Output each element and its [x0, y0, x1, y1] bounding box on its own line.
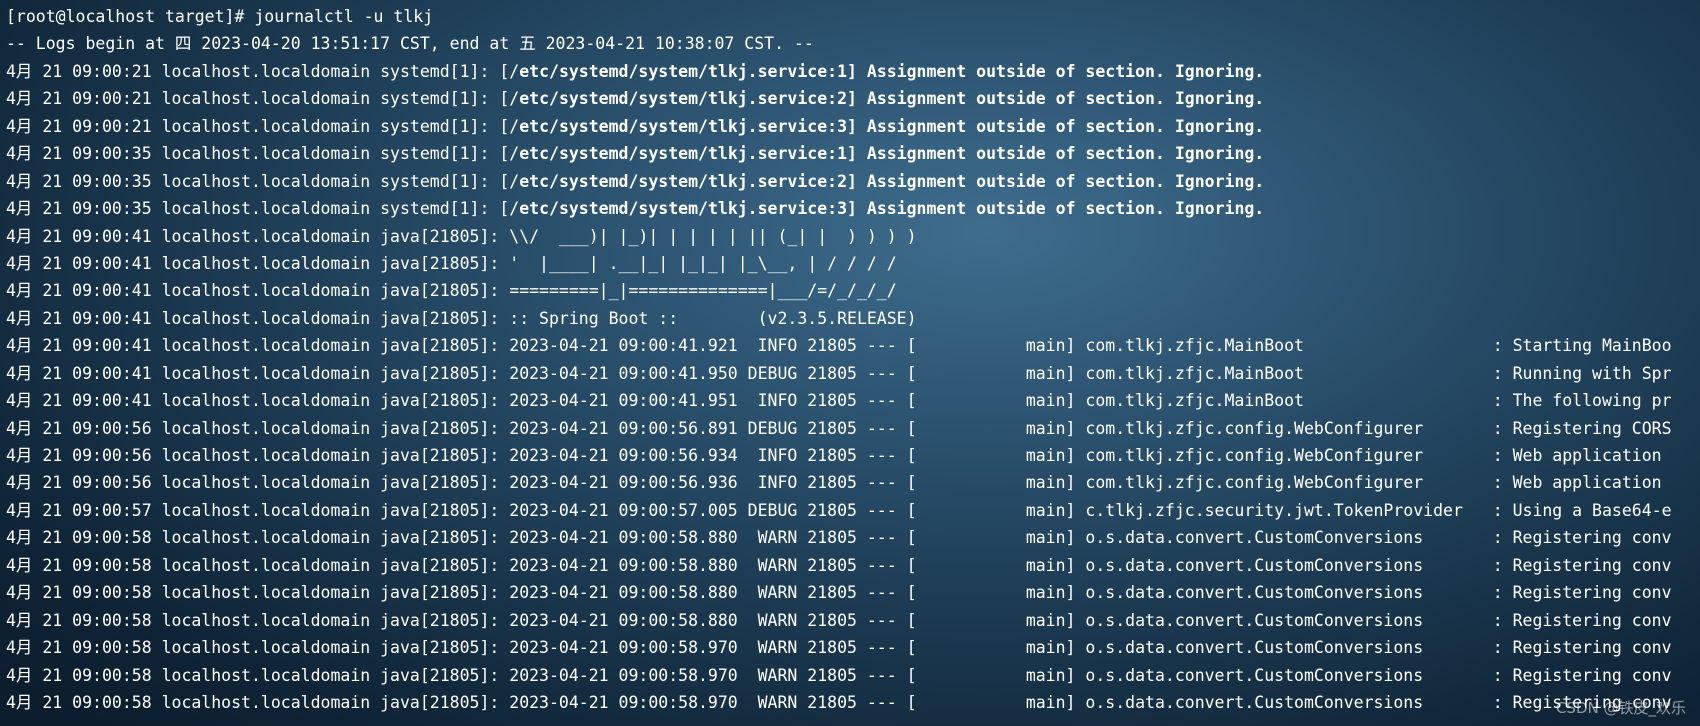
terminal-line: 4月 21 09:00:58 localhost.localdomain jav… [6, 555, 1672, 575]
terminal-line: 4月 21 09:00:57 localhost.localdomain jav… [6, 500, 1672, 520]
log-message: etc/systemd/system/tlkj.service:2] Assig… [519, 89, 1265, 109]
terminal-output[interactable]: [root@localhost target]# journalctl -u t… [6, 3, 1694, 723]
terminal-line: 4月 21 09:00:41 localhost.localdomain jav… [6, 281, 897, 301]
terminal-line: 4月 21 09:00:35 localhost.localdomain sys… [6, 140, 1694, 167]
log-message: etc/systemd/system/tlkj.service:1] Assig… [519, 61, 1265, 81]
log-prefix: 4月 21 09:00:35 localhost.localdomain sys… [6, 199, 520, 219]
log-message: etc/systemd/system/tlkj.service:3] Assig… [519, 116, 1265, 136]
terminal-line: -- Logs begin at 四 2023-04-20 13:51:17 C… [6, 34, 814, 54]
terminal-line: 4月 21 09:00:58 localhost.localdomain jav… [6, 692, 1672, 712]
log-message: etc/systemd/system/tlkj.service:2] Assig… [519, 171, 1265, 191]
log-prefix: 4月 21 09:00:21 localhost.localdomain sys… [6, 89, 520, 109]
log-prefix: 4月 21 09:00:21 localhost.localdomain sys… [6, 61, 520, 81]
log-message: etc/systemd/system/tlkj.service:1] Assig… [519, 144, 1265, 164]
terminal-line: 4月 21 09:00:58 localhost.localdomain jav… [6, 665, 1672, 685]
terminal-line: 4月 21 09:00:56 localhost.localdomain jav… [6, 473, 1672, 493]
terminal-line: 4月 21 09:00:21 localhost.localdomain sys… [6, 113, 1694, 140]
terminal-line: 4月 21 09:00:58 localhost.localdomain jav… [6, 638, 1672, 658]
terminal-line: [root@localhost target]# journalctl -u t… [6, 7, 434, 26]
watermark: CSDN @铁皮_欢乐 [1555, 699, 1686, 717]
log-prefix: 4月 21 09:00:35 localhost.localdomain sys… [6, 171, 520, 191]
terminal-line: 4月 21 09:00:41 localhost.localdomain jav… [6, 336, 1672, 356]
terminal-line: 4月 21 09:00:41 localhost.localdomain jav… [6, 391, 1672, 411]
terminal-line: 4月 21 09:00:58 localhost.localdomain jav… [6, 528, 1672, 548]
terminal-line: 4月 21 09:00:58 localhost.localdomain jav… [6, 610, 1672, 630]
terminal-line: 4月 21 09:00:35 localhost.localdomain sys… [6, 168, 1694, 195]
terminal-line: 4月 21 09:00:41 localhost.localdomain jav… [6, 363, 1672, 383]
terminal-line: 4月 21 09:00:58 localhost.localdomain jav… [6, 583, 1672, 603]
log-message: etc/systemd/system/tlkj.service:3] Assig… [519, 199, 1265, 219]
terminal-line: 4月 21 09:00:41 localhost.localdomain jav… [6, 226, 917, 246]
terminal-line: 4月 21 09:00:21 localhost.localdomain sys… [6, 85, 1694, 112]
terminal-line: 4月 21 09:00:21 localhost.localdomain sys… [6, 58, 1694, 85]
terminal-line: 4月 21 09:00:56 localhost.localdomain jav… [6, 418, 1672, 438]
terminal-line: 4月 21 09:00:41 localhost.localdomain jav… [6, 308, 917, 328]
terminal-line: 4月 21 09:00:35 localhost.localdomain sys… [6, 195, 1694, 222]
log-prefix: 4月 21 09:00:21 localhost.localdomain sys… [6, 116, 520, 136]
terminal-line: 4月 21 09:00:56 localhost.localdomain jav… [6, 446, 1672, 465]
log-prefix: 4月 21 09:00:35 localhost.localdomain sys… [6, 144, 520, 164]
terminal-line: 4月 21 09:00:41 localhost.localdomain jav… [6, 253, 897, 273]
